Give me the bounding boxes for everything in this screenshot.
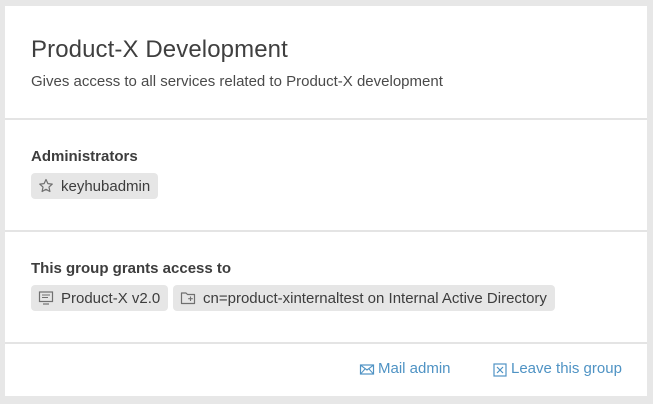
mail-admin-label: Mail admin: [378, 360, 451, 377]
divider: [5, 342, 647, 344]
star-icon: [37, 177, 55, 195]
directory-group-icon: [179, 289, 197, 307]
close-box-icon: [492, 361, 508, 377]
access-tag-directory-group[interactable]: cn=product-xinternaltest on Internal Act…: [173, 285, 555, 311]
group-card: Product-X Development Gives access to al…: [5, 6, 647, 396]
divider: [5, 118, 647, 120]
access-tag-label: Product-X v2.0: [61, 289, 161, 307]
group-description: Gives access to all services related to …: [31, 73, 443, 90]
administrators-heading: Administrators: [31, 148, 138, 165]
access-tag-application[interactable]: Product-X v2.0: [31, 285, 169, 311]
mail-admin-link[interactable]: Mail admin: [359, 360, 451, 377]
admin-tag-label: keyhubadmin: [61, 177, 151, 195]
leave-group-link[interactable]: Leave this group: [492, 360, 622, 377]
divider: [5, 230, 647, 232]
page-title: Product-X Development: [31, 36, 288, 63]
mail-icon: [359, 361, 375, 377]
application-icon: [37, 289, 55, 307]
admin-tag[interactable]: keyhubadmin: [31, 173, 159, 199]
access-tag-label: cn=product-xinternaltest on Internal Act…: [203, 289, 547, 307]
leave-group-label: Leave this group: [511, 360, 622, 377]
access-heading: This group grants access to: [31, 260, 232, 277]
